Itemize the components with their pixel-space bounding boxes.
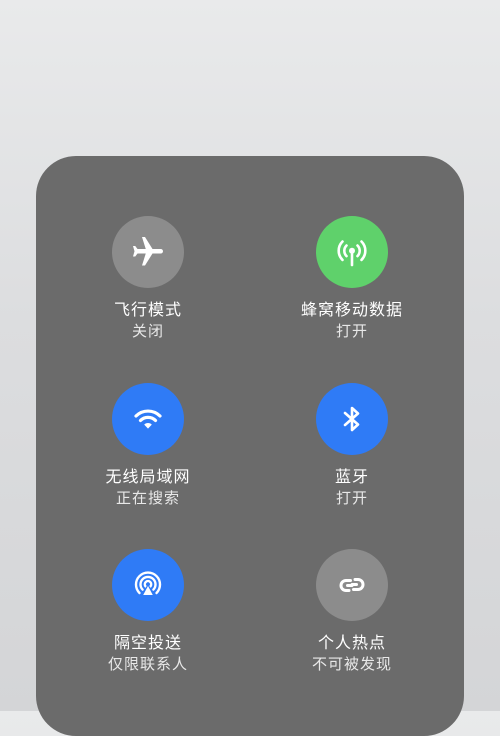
personal-hotspot-title: 个人热点 bbox=[317, 633, 386, 652]
airdrop-button[interactable] bbox=[112, 549, 184, 621]
wifi-title: 无线局域网 bbox=[105, 467, 191, 486]
airplane-mode-status: 关闭 bbox=[131, 322, 164, 340]
cellular-data-tile[interactable]: 蜂窝移动数据 打开 bbox=[252, 216, 452, 341]
wifi-button[interactable] bbox=[112, 383, 184, 455]
cellular-data-title: 蜂窝移动数据 bbox=[300, 300, 403, 319]
airplane-mode-tile[interactable]: 飞行模式 关闭 bbox=[48, 216, 248, 341]
airplane-icon bbox=[133, 237, 163, 266]
cellular-antenna-icon bbox=[337, 240, 367, 267]
wifi-tile[interactable]: 无线局域网 正在搜索 bbox=[48, 383, 248, 508]
personal-hotspot-tile[interactable]: 个人热点 不可被发现 bbox=[252, 549, 452, 674]
airplane-mode-button[interactable] bbox=[112, 216, 184, 288]
wifi-status: 正在搜索 bbox=[115, 489, 180, 507]
personal-hotspot-status: 不可被发现 bbox=[311, 655, 392, 673]
cellular-data-button[interactable] bbox=[316, 216, 388, 288]
bluetooth-title: 蓝牙 bbox=[334, 467, 369, 486]
connectivity-panel: 飞行模式 关闭 蜂窝移动数据 打开 无线局域网 正在搜索 蓝牙 打开 隔空投送 … bbox=[36, 156, 464, 736]
airdrop-status: 仅限联系人 bbox=[107, 655, 188, 673]
bluetooth-button[interactable] bbox=[316, 383, 388, 455]
airdrop-tile[interactable]: 隔空投送 仅限联系人 bbox=[48, 549, 248, 674]
wifi-icon bbox=[134, 409, 162, 429]
cellular-data-status: 打开 bbox=[335, 322, 368, 340]
personal-hotspot-button[interactable] bbox=[316, 549, 388, 621]
airdrop-title: 隔空投送 bbox=[113, 633, 182, 652]
bluetooth-icon bbox=[343, 406, 360, 432]
bluetooth-tile[interactable]: 蓝牙 打开 bbox=[252, 383, 452, 508]
bluetooth-status: 打开 bbox=[335, 489, 368, 507]
hotspot-link-icon bbox=[339, 578, 365, 592]
airdrop-icon bbox=[134, 571, 162, 597]
airplane-mode-title: 飞行模式 bbox=[113, 300, 182, 319]
